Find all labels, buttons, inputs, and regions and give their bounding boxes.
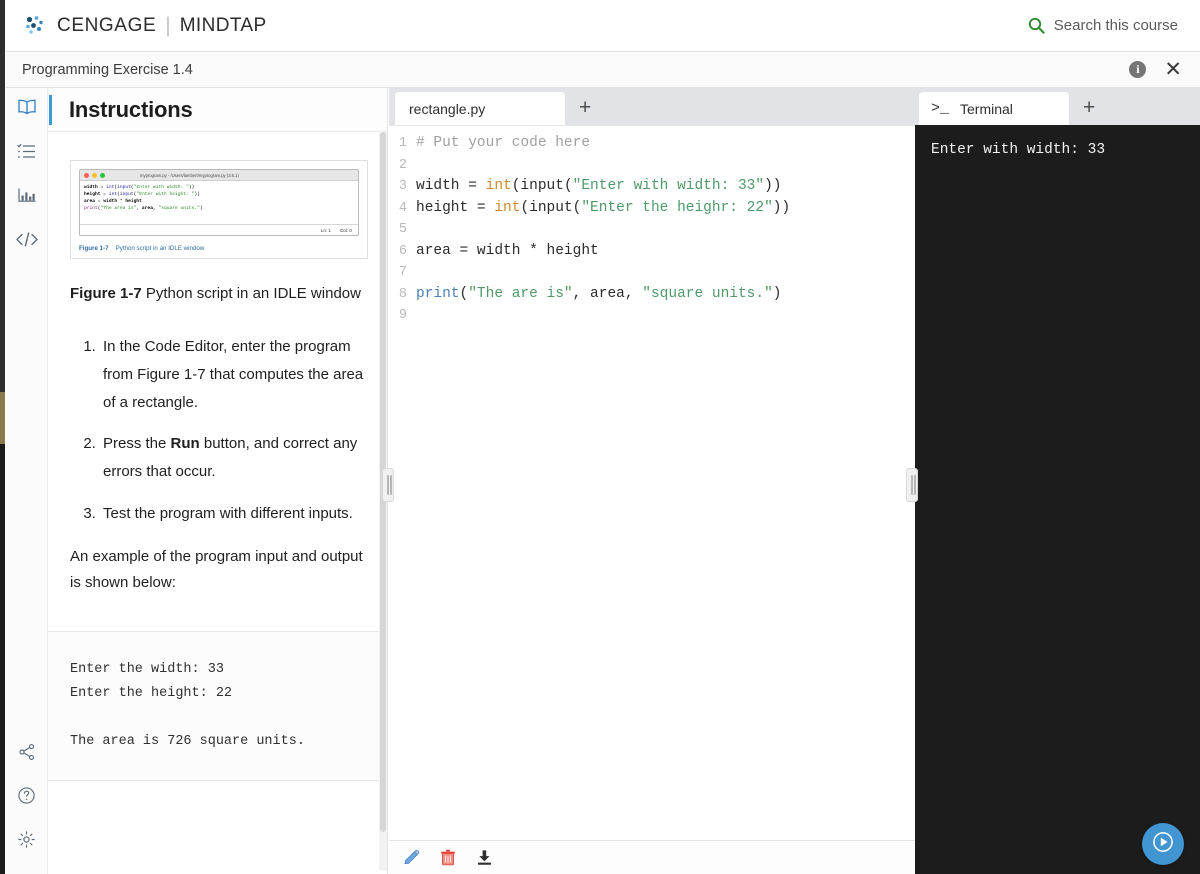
idle-titlebar: myprogram.py - /Users/lambert/myprogram.… [80, 170, 358, 181]
figure-caption-label: Figure 1-7 [70, 285, 142, 303]
tab-terminal[interactable]: >_ Terminal [919, 92, 1069, 125]
help-icon [17, 786, 36, 810]
idle-window-title: myprogram.py - /Users/lambert/myprogram.… [140, 172, 239, 178]
window-close-dot [84, 172, 89, 178]
terminal-output[interactable]: Enter with width: 33 [915, 125, 1200, 874]
idle-window-screenshot: myprogram.py - /Users/lambert/myprogram.… [79, 169, 359, 237]
list-item: In the Code Editor, enter the program fr… [100, 333, 365, 416]
editor-toolbar [389, 840, 915, 874]
settings-icon [17, 830, 36, 854]
list-item: Test the program with different inputs. [100, 500, 365, 528]
example-note: An example of the program input and outp… [70, 547, 363, 591]
brand-name: CENGAGE [57, 14, 157, 36]
code-line-4: height = int(input("Enter the heighr: 22… [416, 199, 791, 216]
instructions-body: myprogram.py - /Users/lambert/myprogram.… [48, 160, 387, 782]
figure-caption-text: Python script in an IDLE window [141, 285, 361, 303]
example-output-text: Enter the width: 33 Enter the height: 22… [70, 662, 305, 750]
code-line-3: width = int(input("Enter with width: 33"… [416, 178, 782, 194]
figure-image: myprogram.py - /Users/lambert/myprogram.… [70, 160, 368, 260]
info-icon[interactable]: i [1129, 61, 1147, 78]
editor-tab-label: rectangle.py [409, 100, 486, 117]
grip-lines-icon [387, 475, 389, 495]
idle-code-line: width = int(input("Enter with width: ")) [84, 185, 195, 190]
grip-lines-icon [911, 475, 913, 495]
idle-code-line: print("The area is", area, "square units… [84, 206, 203, 212]
exercise-titlebar: Programming Exercise 1.4 i ✕ [6, 52, 1200, 88]
step-text: Test the program with different inputs. [103, 504, 353, 522]
window-minimize-dot [92, 172, 97, 178]
brand-logo-group[interactable]: CENGAGE | MINDTAP [6, 13, 267, 39]
code-line-6: area = width * height [416, 242, 599, 259]
book-icon [16, 98, 38, 122]
figure-inline-caption-label: Figure 1-7 [79, 245, 109, 253]
page-title: Programming Exercise 1.4 [22, 61, 193, 78]
delete-trash-icon[interactable] [440, 849, 456, 866]
figure-inline-caption-text: Python script in an IDLE window [115, 245, 205, 253]
sidebar-item-book[interactable] [6, 88, 48, 132]
figure-caption: Figure 1-7 Python script in an IDLE wind… [70, 281, 365, 307]
terminal-tab-label: Terminal [960, 100, 1013, 117]
instruction-steps: In the Code Editor, enter the program fr… [70, 333, 365, 528]
sidebar-item-progress[interactable] [6, 176, 48, 220]
play-icon [1153, 831, 1173, 857]
sidebar-item-help[interactable] [6, 776, 48, 820]
download-icon[interactable] [476, 849, 493, 866]
sidebar-item-code[interactable] [6, 220, 48, 264]
code-editor-panel: rectangle.py + 1 2 3 4 5 6 7 8 9 # Put y… [389, 88, 915, 874]
sidebar-item-share[interactable] [6, 732, 48, 776]
splitter-editor-terminal[interactable] [906, 468, 918, 502]
list-icon [16, 143, 37, 165]
chart-icon [17, 187, 37, 209]
step-text: In the Code Editor, enter the program fr… [103, 338, 364, 411]
instructions-title: Instructions [69, 96, 193, 122]
edit-pencil-icon[interactable] [403, 849, 420, 866]
figure-inline-caption: Figure 1-7 Python script in an IDLE wind… [79, 245, 359, 252]
mindtap-app: CENGAGE | MINDTAP Search this course Pro… [0, 0, 1200, 874]
sidebar-item-settings[interactable] [6, 820, 48, 864]
window-zoom-dot [100, 172, 105, 178]
idle-statusbar: Ln: 1 Col: 0 [80, 224, 358, 235]
sidebar-item-assignments[interactable] [6, 132, 48, 176]
add-file-tab-button[interactable]: + [579, 97, 591, 118]
rail-bottom-group [6, 732, 48, 874]
brand-separator: | [165, 13, 171, 37]
cengage-dots-logo-icon [22, 13, 48, 39]
idle-code-content: width = int(input("Enter with width: "))… [80, 181, 358, 224]
tab-rectangle-py[interactable]: rectangle.py [395, 92, 565, 125]
code-line-8: print("The are is", area, "square units.… [416, 285, 782, 302]
search-icon [1028, 17, 1045, 34]
idle-line-indicator: Ln: 1 [320, 227, 331, 233]
share-icon [18, 743, 36, 766]
idle-code-line: area = width * height [84, 199, 142, 205]
brand-header: CENGAGE | MINDTAP Search this course [6, 0, 1200, 52]
brand-product-name: MINDTAP [179, 14, 267, 36]
course-search[interactable]: Search this course [1028, 17, 1200, 34]
editor-tabbar: rectangle.py + [389, 88, 915, 125]
code-line-1: # Put your code here [416, 135, 591, 151]
splitter-instructions-editor[interactable] [382, 468, 394, 502]
left-icon-rail [6, 88, 48, 874]
instructions-panel: Instructions myprogram.py - /Users/lambe… [48, 88, 388, 874]
editor-code-content[interactable]: # Put your code here width = int(input("… [411, 126, 915, 840]
run-button[interactable] [1142, 823, 1184, 865]
step-emphasis: Run [170, 435, 200, 453]
idle-col-indicator: Col: 0 [339, 227, 352, 233]
panel-accent-bar [49, 94, 52, 125]
search-label: Search this course [1053, 17, 1178, 34]
close-icon[interactable]: ✕ [1164, 59, 1182, 80]
code-editor-area[interactable]: 1 2 3 4 5 6 7 8 9 # Put your code here w… [389, 125, 915, 840]
code-icon [15, 231, 39, 253]
step-text: Press the [103, 435, 171, 453]
list-item: Press the Run button, and correct any er… [100, 430, 365, 486]
idle-code-line: height = int(input("Enter with height: "… [84, 192, 200, 198]
titlebar-actions: i ✕ [1129, 59, 1200, 80]
terminal-prompt-icon: >_ [931, 100, 950, 117]
terminal-tabbar: >_ Terminal + [915, 88, 1200, 125]
add-terminal-tab-button[interactable]: + [1083, 97, 1095, 118]
terminal-panel: >_ Terminal + Enter with width: 33 [915, 88, 1200, 874]
example-output-box: Enter the width: 33 Enter the height: 22… [48, 631, 387, 782]
instructions-header: Instructions [48, 88, 387, 132]
